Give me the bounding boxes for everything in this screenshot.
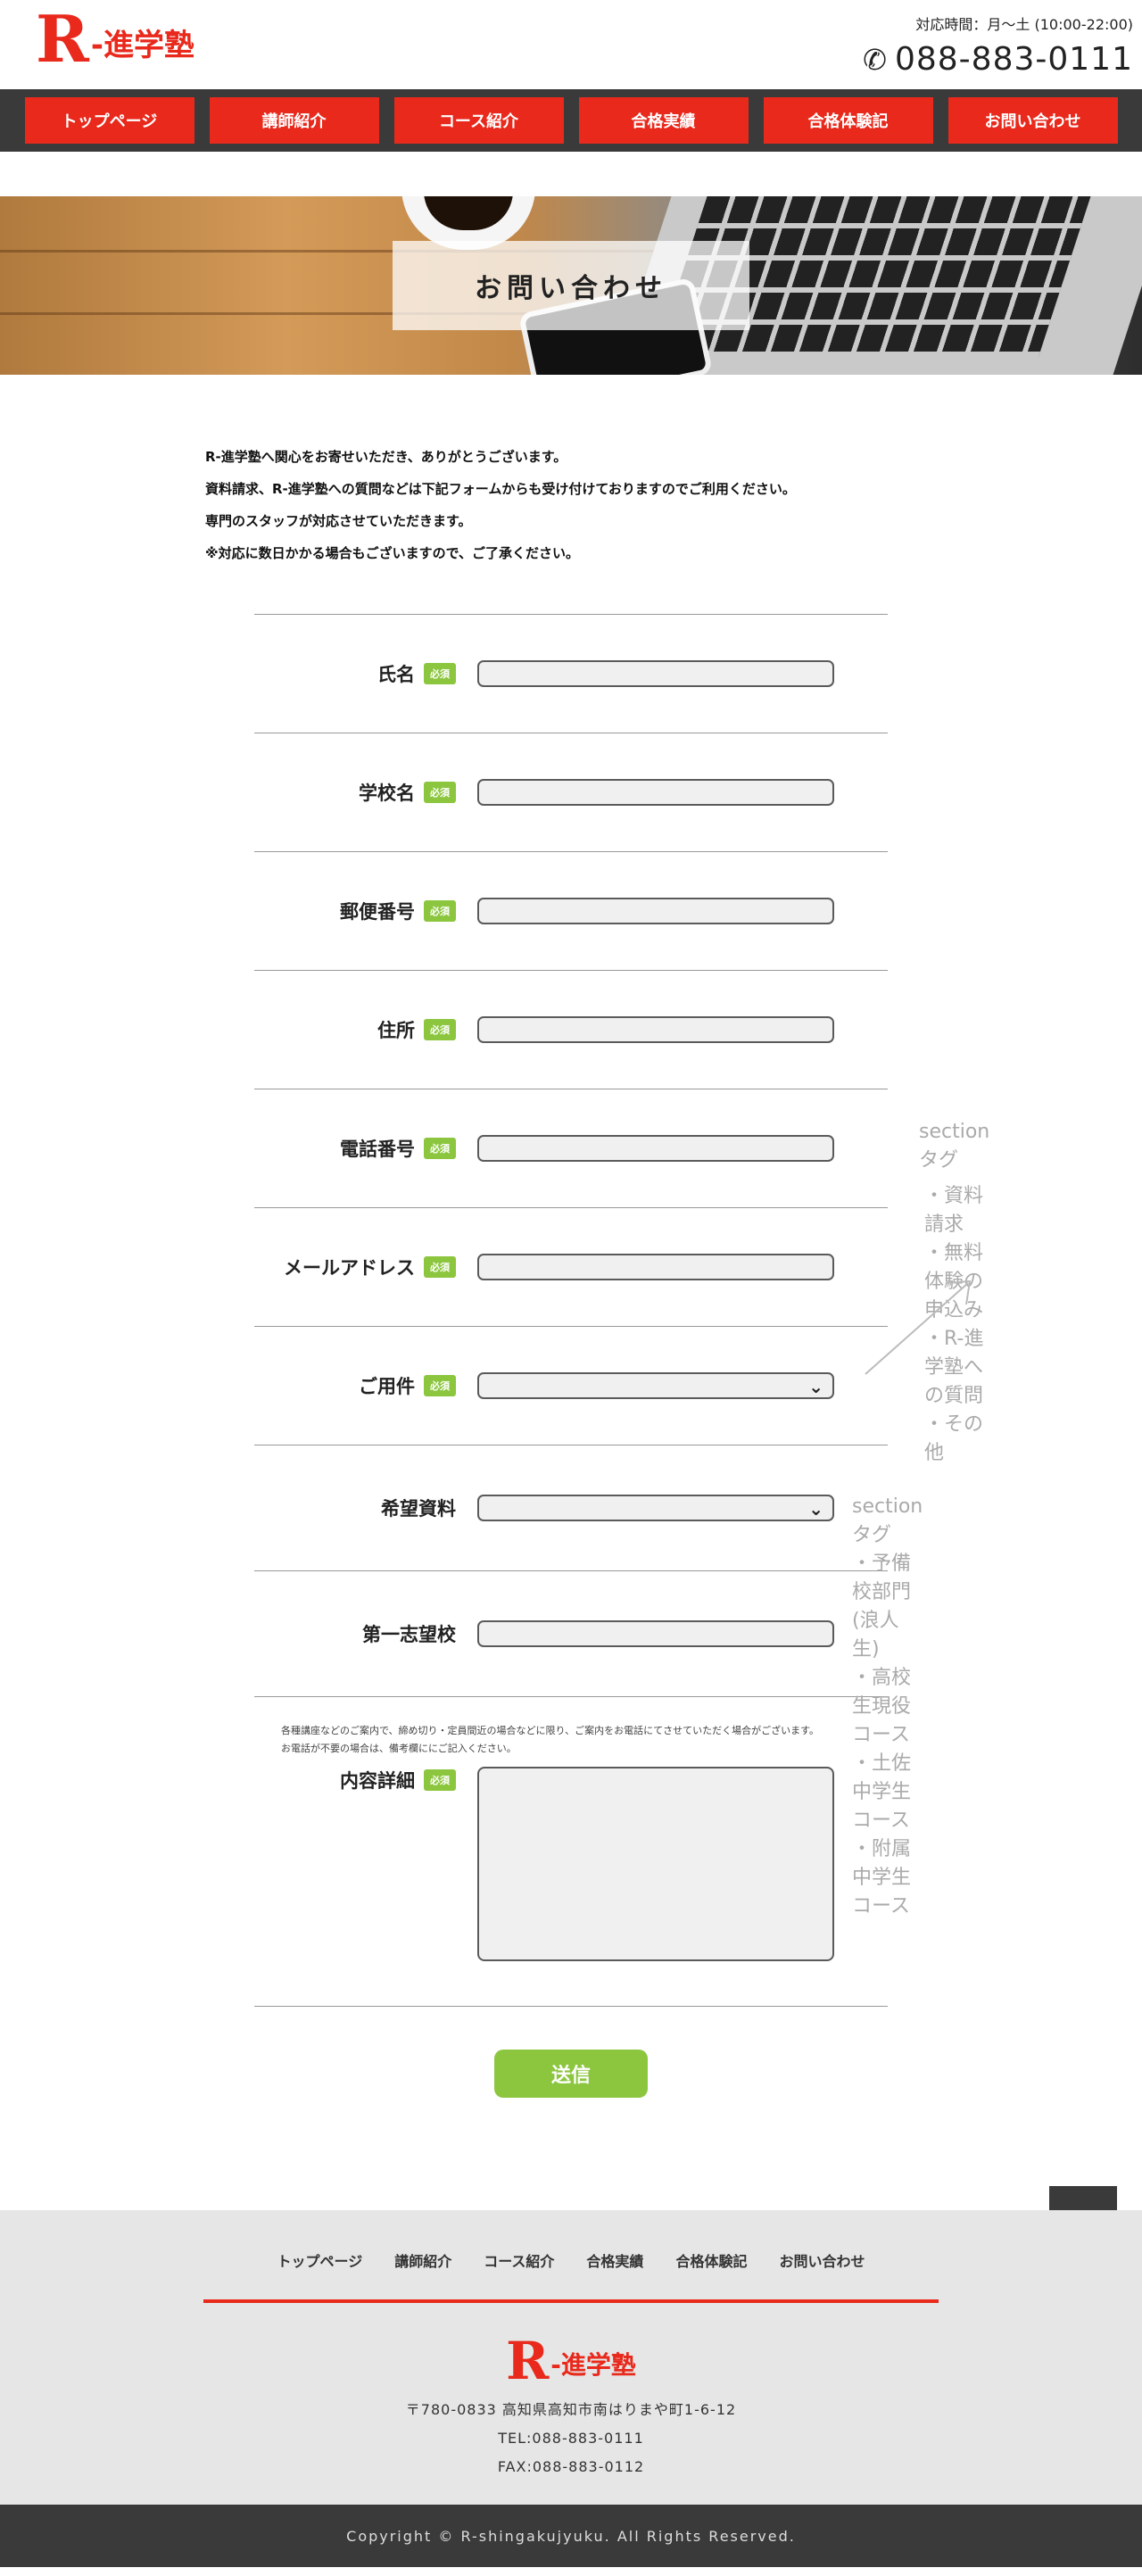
- field-label: 希望資料: [381, 1498, 456, 1520]
- site-footer: トップページ 講師紹介 コース紹介 合格実績 合格体験記 お問い合わせ R -進…: [0, 2210, 1142, 2505]
- contact-info: 対応時間：月〜土 (10:00-22:00) ✆ 088-883-0111: [863, 12, 1133, 78]
- form-row-email: メールアドレス 必須: [254, 1208, 888, 1326]
- phone-number[interactable]: ✆ 088-883-0111: [863, 41, 1133, 78]
- footer-divider: [203, 2299, 939, 2303]
- postal-code-input[interactable]: [477, 898, 834, 924]
- contact-form: 氏名 必須 学校名 必須 郵便番号 必須 住所 必須 電話番号 必須 メールアドレス 必須 …: [254, 614, 989, 2098]
- form-row-details: 内容詳細 必須: [254, 1758, 888, 2006]
- nav-instructors[interactable]: 講師紹介: [209, 97, 379, 144]
- annotation-title: sectionタグ: [919, 1121, 990, 1172]
- page-title: お問い合わせ: [393, 241, 749, 330]
- divider: [254, 2006, 888, 2007]
- footer-address-block: 〒780-0833 高知県高知市南はりまや町1-6-12 TEL:088-883…: [0, 2396, 1142, 2481]
- footer-nav-contact[interactable]: お問い合わせ: [763, 2249, 881, 2271]
- details-textarea[interactable]: [477, 1767, 834, 1961]
- form-row-school: 学校名 必須: [254, 733, 888, 851]
- nav-contact[interactable]: お問い合わせ: [948, 97, 1118, 144]
- annotation-materials: sectionタグ ・予備校部門(浪人生) ・高校生現役コース ・土佐中学生コー…: [852, 1493, 923, 1921]
- nav-courses[interactable]: コース紹介: [393, 97, 564, 144]
- required-badge: 必須: [424, 1256, 456, 1278]
- business-hours: 対応時間：月〜土 (10:00-22:00): [915, 16, 1133, 33]
- school-input[interactable]: [477, 779, 834, 806]
- nav-results[interactable]: 合格実績: [578, 97, 749, 144]
- field-label: 電話番号: [340, 1139, 415, 1160]
- name-input[interactable]: [477, 660, 834, 687]
- form-row-materials: 希望資料 ⌄: [254, 1445, 888, 1570]
- footer-nav-courses[interactable]: コース紹介: [468, 2249, 570, 2271]
- footer-fax: FAX:088-883-0112: [497, 2458, 645, 2475]
- annotation-item: ・資料請求: [924, 1185, 984, 1236]
- form-row-postal: 郵便番号 必須: [254, 852, 888, 970]
- logo-mark: R: [506, 2331, 549, 2391]
- intro-line: 資料請求、R-進学塾への質問などは下記フォームからも受け付けておりますのでご利用…: [205, 481, 796, 497]
- field-label: 氏名: [377, 664, 415, 685]
- required-badge: 必須: [424, 1375, 456, 1396]
- footer-nav-top[interactable]: トップページ: [261, 2249, 379, 2271]
- annotation-item: ・高校生現役コース: [852, 1667, 912, 1746]
- phone-input[interactable]: [477, 1135, 834, 1162]
- chevron-down-icon: ⌄: [808, 1498, 823, 1520]
- field-label: 郵便番号: [340, 901, 415, 923]
- submit-area: 送信: [254, 2050, 888, 2098]
- site-header: R -進学塾 対応時間：月〜土 (10:00-22:00) ✆ 088-883-…: [0, 0, 1142, 89]
- hero-banner: お問い合わせ: [0, 196, 1142, 375]
- materials-select[interactable]: ⌄: [477, 1495, 834, 1521]
- logo-text: -進学塾: [90, 28, 194, 63]
- required-badge: 必須: [424, 1019, 456, 1040]
- contact-note: 各種講座などのご案内で、締め切り・定員間近の場合などに限り、ご案内をお電話にてさ…: [254, 1697, 888, 1758]
- phone-number-text: 088-883-0111: [894, 41, 1133, 78]
- email-input[interactable]: [477, 1254, 834, 1280]
- copyright: Copyright © R-shingakujyuku. All Rights …: [0, 2505, 1142, 2567]
- annotation-title: sectionタグ: [852, 1495, 923, 1546]
- field-label: 住所: [377, 1020, 415, 1041]
- logo-mark: R: [36, 1, 89, 77]
- footer-nav-testimonials[interactable]: 合格体験記: [659, 2249, 763, 2271]
- footer-address: 〒780-0833 高知県高知市南はりまや町1-6-12: [405, 2401, 737, 2418]
- submit-button[interactable]: 送信: [494, 2050, 648, 2098]
- global-nav: トップページ 講師紹介 コース紹介 合格実績 合格体験記 お問い合わせ: [0, 89, 1142, 152]
- required-badge: 必須: [424, 1138, 456, 1159]
- logo-text: -進学塾: [550, 2350, 636, 2380]
- note-line: お電話が不要の場合は、備考欄ににご記入ください。: [281, 1743, 517, 1754]
- nav-testimonials[interactable]: 合格体験記: [763, 97, 933, 144]
- nav-top[interactable]: トップページ: [24, 97, 194, 144]
- field-label: メールアドレス: [284, 1257, 415, 1279]
- chevron-down-icon: ⌄: [808, 1376, 823, 1397]
- footer-nav-instructors[interactable]: 講師紹介: [378, 2249, 468, 2271]
- footer-logo[interactable]: R -進学塾: [0, 2331, 1142, 2391]
- form-row-inquiry-type: ご用件 必須 ⌄: [254, 1327, 888, 1445]
- annotation-item: ・土佐中学生コース: [852, 1752, 912, 1832]
- inquiry-type-select[interactable]: ⌄: [477, 1372, 834, 1399]
- phone-icon: ✆: [863, 42, 888, 77]
- annotation-item: ・その他: [924, 1413, 984, 1464]
- field-label: 学校名: [359, 783, 415, 804]
- required-badge: 必須: [424, 663, 456, 684]
- required-badge: 必須: [424, 782, 456, 803]
- footer-nav: トップページ 講師紹介 コース紹介 合格実績 合格体験記 お問い合わせ: [0, 2210, 1142, 2271]
- intro-line: R-進学塾へ関心をお寄せいただき、ありがとうございます。: [205, 449, 567, 465]
- form-row-phone: 電話番号 必須: [254, 1089, 888, 1207]
- required-badge: 必須: [424, 900, 456, 922]
- form-row-name: 氏名 必須: [254, 615, 888, 733]
- annotation-item: ・予備校部門(浪人生): [852, 1553, 912, 1661]
- required-badge: 必須: [424, 1769, 456, 1791]
- site-logo[interactable]: R -進学塾: [36, 1, 194, 77]
- intro-line: ※対応に数日かかる場合もございますので、ご了承ください。: [205, 545, 579, 561]
- footer-nav-results[interactable]: 合格実績: [570, 2249, 659, 2271]
- annotation-arrow-icon: [865, 1280, 972, 1375]
- form-row-address: 住所 必須: [254, 971, 888, 1089]
- field-label: 第一志望校: [362, 1624, 456, 1645]
- first-choice-school-input[interactable]: [477, 1620, 834, 1647]
- footer-tel: TEL:088-883-0111: [498, 2430, 644, 2447]
- annotation-item: ・附属中学生コース: [852, 1838, 912, 1918]
- field-label: 内容詳細: [340, 1770, 415, 1792]
- form-row-first-choice: 第一志望校: [254, 1571, 888, 1696]
- note-line: 各種講座などのご案内で、締め切り・定員間近の場合などに限り、ご案内をお電話にてさ…: [281, 1725, 820, 1736]
- address-input[interactable]: [477, 1016, 834, 1043]
- intro-text: R-進学塾へ関心をお寄せいただき、ありがとうございます。 資料請求、R-進学塾へ…: [205, 441, 937, 569]
- intro-line: 専門のスタッフが対応させていただきます。: [205, 513, 472, 529]
- field-label: ご用件: [359, 1376, 415, 1397]
